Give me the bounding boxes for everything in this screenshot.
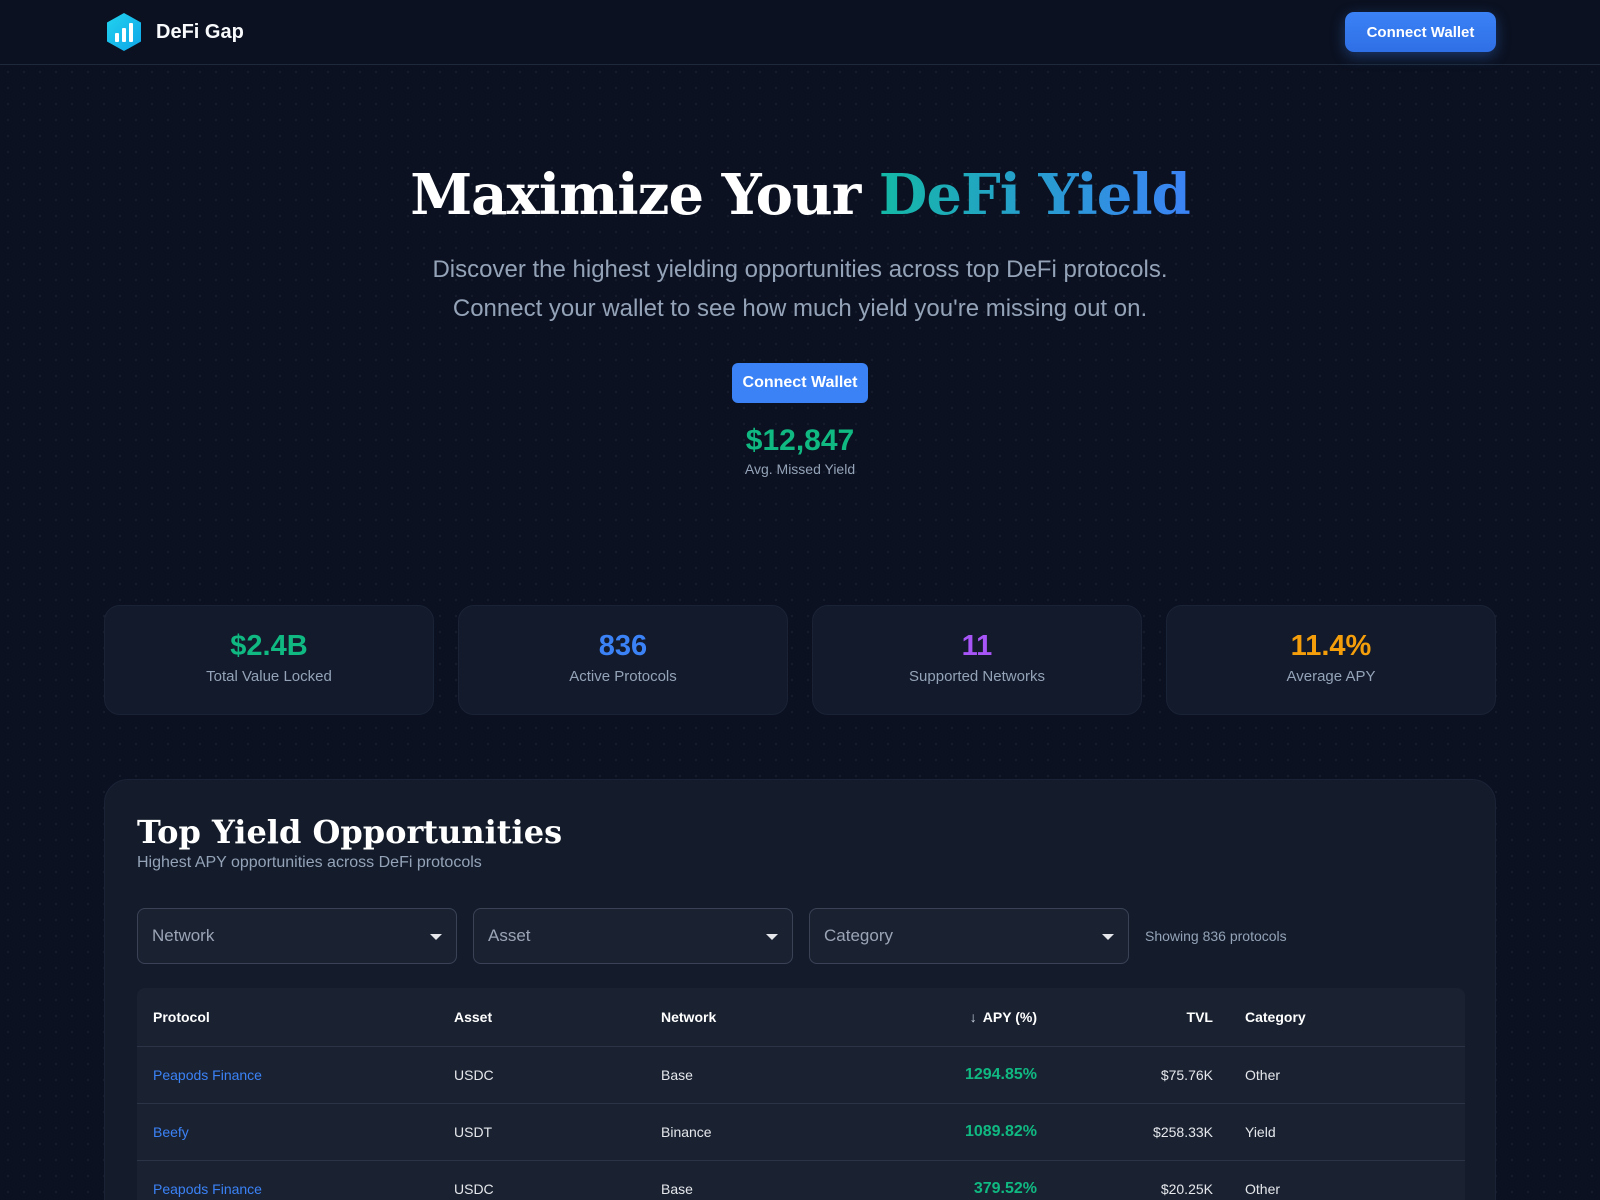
table-header-row: Protocol Asset Network ↓ APY (%) TVL Cate…: [137, 988, 1465, 1047]
protocol-link[interactable]: Beefy: [153, 1124, 189, 1140]
caret-down-icon: [430, 934, 442, 940]
nav-connect-wallet-button[interactable]: Connect Wallet: [1345, 12, 1496, 52]
category-cell: Yield: [1229, 1103, 1465, 1161]
asset-cell: USDC: [438, 1160, 645, 1200]
stat-value: 836: [598, 630, 648, 662]
showing-count: Showing 836 protocols: [1145, 928, 1287, 944]
asset-select[interactable]: Asset: [473, 908, 793, 964]
apy-cell: 379.52%: [825, 1160, 1053, 1200]
apy-value: 379.52%: [973, 1179, 1037, 1197]
network-cell: Base: [645, 1046, 825, 1104]
asset-select-placeholder: Asset: [488, 926, 531, 945]
stat-card-average-apy: 11.4% Average APY: [1166, 605, 1496, 715]
stat-value: 11.4%: [1290, 630, 1372, 662]
hero-title-main: Maximize Your: [410, 162, 879, 228]
network-select[interactable]: Network: [137, 908, 457, 964]
table-row: Peapods Finance USDC Base 1294.85% $75.7…: [137, 1046, 1465, 1104]
panel-title: Top Yield Opportunities: [137, 813, 563, 851]
table-row: Peapods Finance USDC Base 379.52% $20.25…: [137, 1160, 1465, 1200]
category-cell: Other: [1229, 1160, 1465, 1200]
arrow-down-sort-icon: ↓: [969, 1008, 977, 1025]
category-cell: Other: [1229, 1046, 1465, 1104]
stat-value: $2.4B: [230, 630, 308, 662]
column-header-category[interactable]: Category: [1229, 988, 1465, 1047]
top-yield-opportunities-panel: Top Yield Opportunities Highest APY oppo…: [104, 779, 1496, 1200]
protocol-cell: Peapods Finance: [137, 1046, 438, 1104]
apy-value: 1294.85%: [964, 1065, 1037, 1083]
category-select[interactable]: Category: [809, 908, 1129, 964]
caret-down-icon: [766, 934, 778, 940]
column-header-apy[interactable]: ↓ APY (%): [825, 988, 1053, 1047]
protocol-link[interactable]: Peapods Finance: [153, 1067, 262, 1083]
stats-row: $2.4B Total Value Locked 836 Active Prot…: [104, 605, 1496, 715]
protocol-cell: Beefy: [137, 1103, 438, 1161]
stat-card-active-protocols: 836 Active Protocols: [458, 605, 788, 715]
column-header-asset[interactable]: Asset: [438, 988, 645, 1047]
hero-title: Maximize Your DeFi Yield: [0, 150, 1600, 240]
avg-missed-yield-label: Avg. Missed Yield: [744, 461, 856, 477]
panel-subtitle: Highest APY opportunities across DeFi pr…: [137, 854, 482, 871]
network-cell: Binance: [645, 1103, 825, 1161]
network-select-placeholder: Network: [152, 926, 215, 945]
column-header-network[interactable]: Network: [645, 988, 825, 1047]
apy-value: 1089.82%: [964, 1122, 1037, 1140]
category-select-placeholder: Category: [824, 926, 893, 945]
column-header-apy-label: APY (%): [982, 1008, 1037, 1025]
asset-cell: USDC: [438, 1046, 645, 1104]
brand-name: DeFi Gap: [156, 20, 244, 43]
column-header-protocol[interactable]: Protocol: [137, 988, 438, 1047]
caret-down-icon: [1102, 934, 1114, 940]
column-header-tvl[interactable]: TVL: [1053, 988, 1229, 1047]
stat-label: Active Protocols: [569, 668, 677, 685]
stat-card-tvl: $2.4B Total Value Locked: [104, 605, 434, 715]
stat-card-supported-networks: 11 Supported Networks: [812, 605, 1142, 715]
tvl-cell: $20.25K: [1053, 1160, 1229, 1200]
asset-cell: USDT: [438, 1103, 645, 1161]
protocol-cell: Peapods Finance: [137, 1160, 438, 1200]
network-cell: Base: [645, 1160, 825, 1200]
hero-connect-wallet-button[interactable]: Connect Wallet: [732, 363, 868, 403]
hero-title-accent: DeFi Yield: [878, 162, 1191, 228]
stat-label: Supported Networks: [909, 668, 1045, 685]
bar-chart-hexagon-logo-icon: [107, 13, 141, 51]
hero-section: Maximize Your DeFi Yield Discover the hi…: [0, 150, 1600, 477]
top-navbar: DeFi Gap Connect Wallet: [0, 0, 1600, 65]
avg-missed-yield-value: $12,847: [745, 424, 855, 457]
stat-label: Average APY: [1286, 668, 1376, 685]
opportunities-table: Protocol Asset Network ↓ APY (%) TVL Cate…: [137, 988, 1465, 1200]
stat-label: Total Value Locked: [206, 668, 332, 685]
table-row: Beefy USDT Binance 1089.82% $258.33K Yie…: [137, 1103, 1465, 1161]
hero-subtitle: Discover the highest yielding opportunit…: [0, 250, 1600, 328]
apy-cell: 1294.85%: [825, 1046, 1053, 1104]
filters-row: Network Asset Category Showing 836 proto…: [137, 908, 1463, 964]
stat-value: 11: [961, 630, 993, 662]
hero-subtitle-line-2: Connect your wallet to see how much yiel…: [452, 295, 1148, 322]
brand[interactable]: DeFi Gap: [104, 12, 244, 52]
apy-cell: 1089.82%: [825, 1103, 1053, 1161]
tvl-cell: $75.76K: [1053, 1046, 1229, 1104]
hero-subtitle-line-1: Discover the highest yielding opportunit…: [432, 256, 1168, 283]
tvl-cell: $258.33K: [1053, 1103, 1229, 1161]
protocol-link[interactable]: Peapods Finance: [153, 1181, 262, 1197]
